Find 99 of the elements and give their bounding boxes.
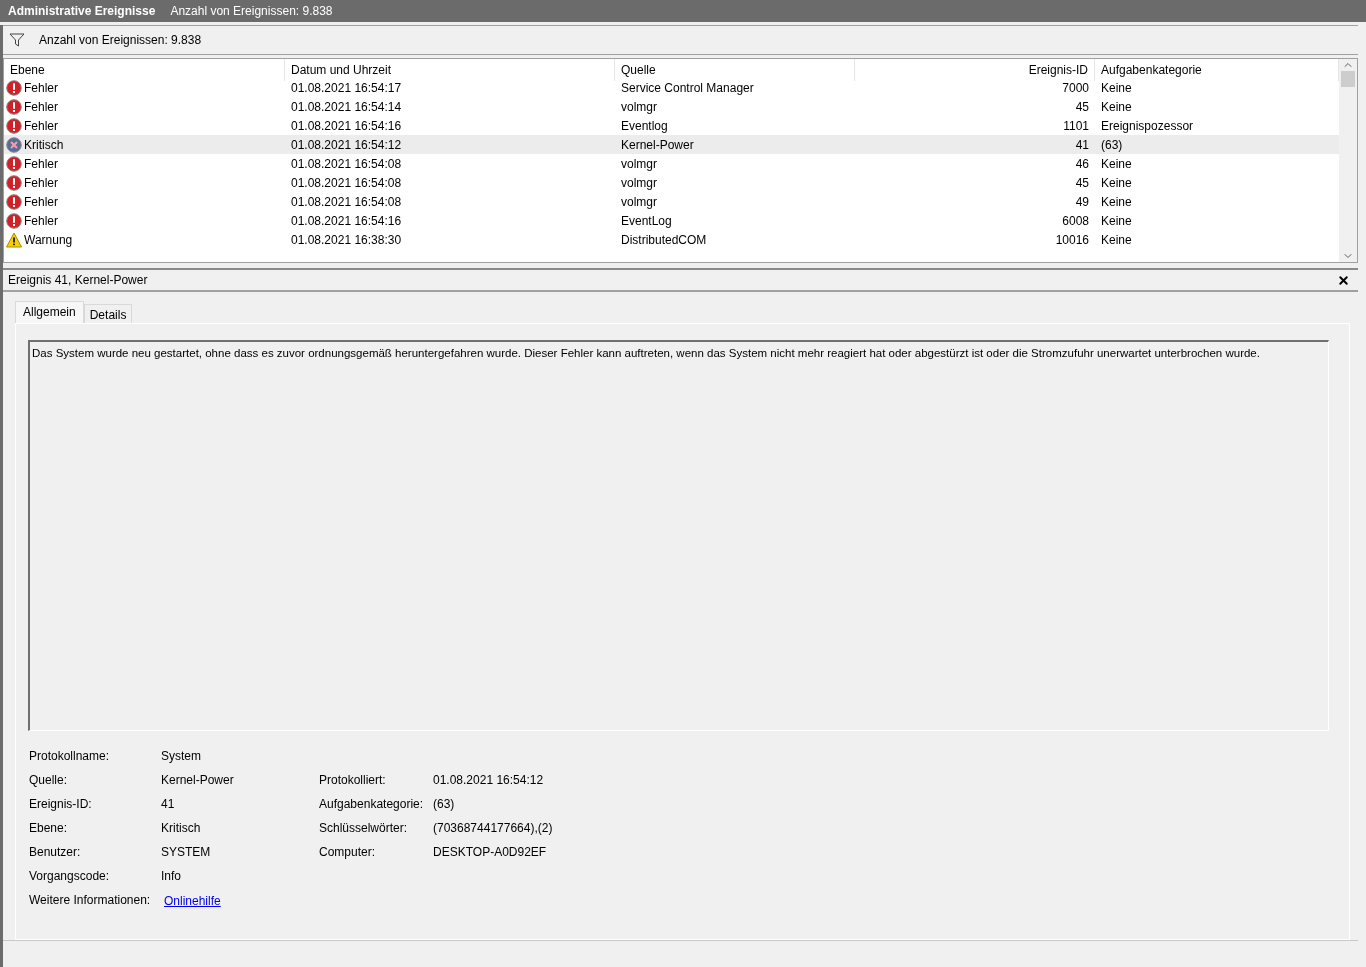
field-value: 01.08.2021 16:54:12 [433, 773, 545, 789]
field-value: Kernel-Power [161, 773, 235, 789]
field-label: Aufgabenkategorie: [319, 797, 425, 813]
event-row[interactable]: Fehler 01.08.2021 16:54:17 Service Control Manager 7000 Keine [4, 78, 1339, 97]
table-cell: Keine [1101, 175, 1132, 190]
table-cell: volmgr [621, 156, 657, 171]
error-icon [6, 79, 22, 96]
tab[interactable]: Allgemein [15, 301, 84, 323]
event-row[interactable]: Fehler 01.08.2021 16:54:14 volmgr 45 Keine [4, 97, 1339, 116]
table-cell: 01.08.2021 16:38:30 [291, 232, 402, 247]
field-label: Benutzer: [29, 845, 82, 861]
table-cell: EventLog [621, 213, 672, 228]
error-icon [6, 98, 22, 115]
table-cell: 01.08.2021 16:54:16 [291, 118, 402, 133]
critical-icon [6, 136, 22, 153]
table-cell: Kritisch [24, 137, 64, 152]
event-row[interactable]: Warnung 01.08.2021 16:38:30 DistributedCOM 10016 Keine [4, 230, 1339, 249]
error-icon [6, 117, 22, 134]
help-link[interactable]: Onlinehilfe [164, 894, 221, 908]
table-cell: volmgr [621, 175, 657, 190]
field-label: Protokolliert: [319, 773, 387, 789]
event-row[interactable]: Fehler 01.08.2021 16:54:08 volmgr 49 Keine [4, 192, 1339, 211]
event-row[interactable]: Fehler 01.08.2021 16:54:16 EventLog 6008 Keine [4, 211, 1339, 230]
table-cell: Fehler [24, 156, 58, 171]
field-value: 41 [161, 797, 176, 813]
table-cell: 01.08.2021 16:54:17 [291, 80, 402, 95]
error-icon [6, 155, 22, 172]
table-cell: volmgr [621, 194, 657, 209]
close-icon[interactable] [1337, 273, 1350, 287]
table-cell: DistributedCOM [621, 232, 707, 247]
field-value: (70368744177664),(2) [433, 821, 554, 837]
field-label: Quelle: [29, 773, 69, 789]
event-count: Anzahl von Ereignissen: 9.838 [170, 4, 333, 18]
error-icon [6, 174, 22, 191]
table-cell: Warnung [24, 232, 73, 247]
field-label: Schlüsselwörter: [319, 821, 409, 837]
field-value: Kritisch [161, 821, 202, 837]
warning-icon [6, 231, 22, 248]
description-text: Das System wurde neu gestartet, ohne dass es zuvor ordnungsgemäß heruntergefahren wurde. Dieser Fehler kann auftreten, wenn das System nicht mehr reagiert hat oder abgestürzt ist oder die Stromzufuhr unerwartet unterbrochen wurde. [32, 347, 1260, 359]
table-cell: Fehler [24, 175, 58, 190]
table-cell: Service Control Manager [621, 80, 754, 95]
table-cell: 01.08.2021 16:54:14 [291, 99, 402, 114]
table-cell: Eventlog [621, 118, 668, 133]
table-cell: (63) [1101, 137, 1123, 152]
table-cell: 7000 [1062, 80, 1089, 95]
table-cell: Fehler [24, 194, 58, 209]
table-cell: volmgr [621, 99, 657, 114]
field-label: Weitere Informationen: [29, 893, 152, 909]
filter-icon[interactable] [9, 33, 25, 47]
table-cell: 6008 [1062, 213, 1089, 228]
table-cell: Ereignispozessor [1101, 118, 1194, 133]
table-cell: Fehler [24, 99, 58, 114]
scrollbar[interactable] [1339, 59, 1357, 262]
event-row[interactable]: Fehler 01.08.2021 16:54:08 volmgr 46 Keine [4, 154, 1339, 173]
table-cell: Fehler [24, 80, 58, 95]
table-cell: 01.08.2021 16:54:08 [291, 194, 402, 209]
scroll-thumb[interactable] [1341, 71, 1355, 87]
field-label: Ereignis-ID: [29, 797, 93, 813]
event-row[interactable]: Fehler 01.08.2021 16:54:08 volmgr 45 Keine [4, 173, 1339, 192]
field-label: Protokollname: [29, 749, 111, 765]
table-cell: 41 [1075, 137, 1089, 152]
table-cell: Keine [1101, 156, 1132, 171]
table-cell: Keine [1101, 99, 1132, 114]
field-value: (63) [433, 797, 456, 813]
table-cell: Keine [1101, 80, 1132, 95]
field-label: Ebene: [29, 821, 69, 837]
table-cell: 01.08.2021 16:54:08 [291, 156, 402, 171]
table-cell: Keine [1101, 213, 1132, 228]
error-icon [6, 212, 22, 229]
table-cell: Kernel-Power [621, 137, 694, 152]
event-row[interactable]: Fehler 01.08.2021 16:54:16 Eventlog 1101 Ereignispozessor [4, 116, 1339, 135]
column-header[interactable]: Ereignis-ID [855, 59, 1095, 81]
table-cell: 49 [1075, 194, 1089, 209]
table-cell: 45 [1075, 99, 1089, 114]
panel-title: Administrative Ereignisse [8, 4, 156, 18]
field-label: Vorgangscode: [29, 869, 111, 885]
tab[interactable]: Details [83, 304, 133, 323]
field-value: DESKTOP-A0D92EF [433, 845, 548, 861]
table-cell: 01.08.2021 16:54:16 [291, 213, 402, 228]
table-cell: Fehler [24, 213, 58, 228]
table-cell: Fehler [24, 118, 58, 133]
column-header[interactable]: Datum und Uhrzeit [285, 59, 615, 81]
table-cell: 01.08.2021 16:54:08 [291, 175, 402, 190]
field-value: SYSTEM [161, 845, 212, 861]
event-row[interactable]: Kritisch 01.08.2021 16:54:12 Kernel-Power 41 (63) [4, 135, 1339, 154]
table-cell: 46 [1075, 156, 1089, 171]
table-cell: Keine [1101, 232, 1132, 247]
field-label: Computer: [319, 845, 377, 861]
table-cell: 01.08.2021 16:54:12 [291, 137, 402, 152]
column-header[interactable]: Quelle [615, 59, 855, 81]
field-value: Info [161, 869, 182, 885]
filter-count: Anzahl von Ereignissen: 9.838 [39, 33, 202, 47]
table-cell: 45 [1075, 175, 1089, 190]
error-icon [6, 193, 22, 210]
detail-title: Ereignis 41, Kernel-Power [8, 273, 148, 287]
table-cell: Keine [1101, 194, 1132, 209]
field-value: System [161, 749, 202, 765]
table-cell: 10016 [1055, 232, 1089, 247]
table-cell: 1101 [1063, 118, 1089, 133]
